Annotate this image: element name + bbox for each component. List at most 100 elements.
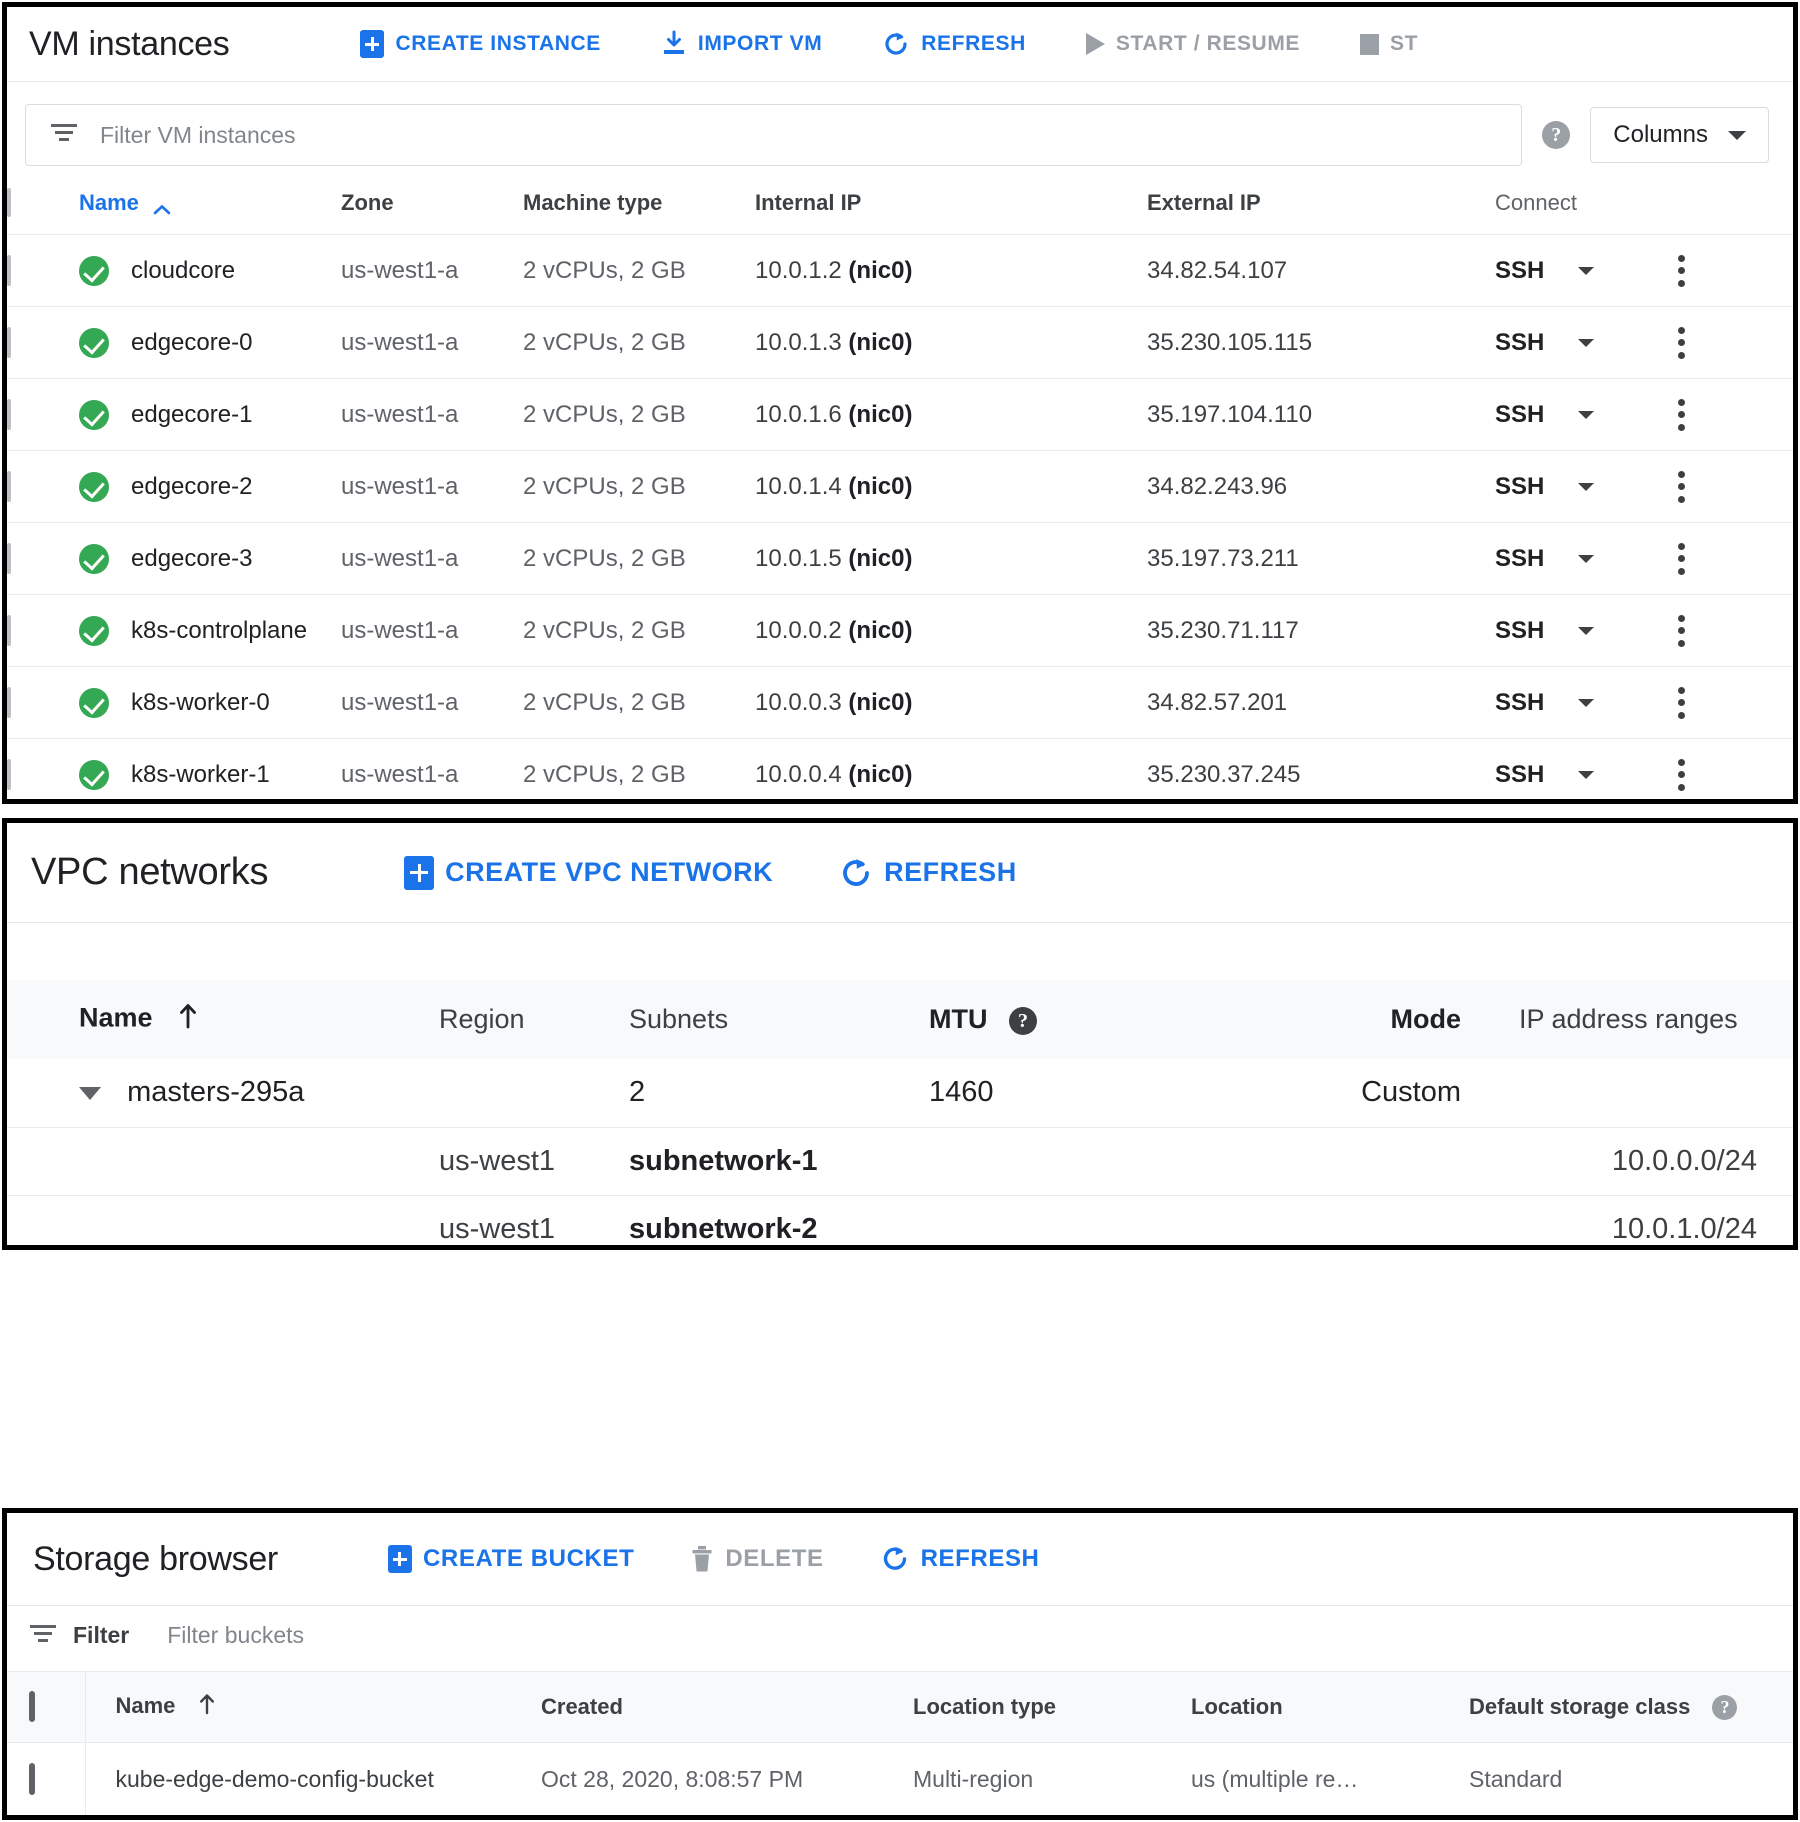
row-checkbox[interactable] — [29, 1763, 35, 1796]
refresh-button[interactable]: REFRESH — [882, 30, 1026, 58]
storage-filter-row[interactable]: Filter Filter buckets — [7, 1605, 1793, 1671]
nic-label: (nic0) — [848, 328, 913, 356]
storage-refresh-button[interactable]: REFRESH — [880, 1544, 1040, 1574]
column-header-subnets[interactable]: Subnets — [629, 980, 929, 1059]
vm-name[interactable]: k8s-worker-0 — [131, 689, 270, 717]
vpc-network-name-cell: masters-295a — [79, 1059, 439, 1127]
vpc-subnet-name-cell[interactable]: subnetwork-2 — [629, 1194, 1519, 1245]
vpc-subnet-name-cell[interactable]: subnetwork-1 — [629, 1126, 1519, 1195]
row-checkbox[interactable] — [7, 470, 11, 502]
vm-name[interactable]: edgecore-3 — [131, 545, 252, 573]
column-header-zone[interactable]: Zone — [341, 184, 523, 235]
vm-instances-panel: VM instances CREATE INSTANCE IMPORT VM R… — [2, 2, 1798, 804]
columns-button[interactable]: Columns — [1590, 107, 1769, 163]
chevron-down-icon[interactable] — [1578, 626, 1595, 635]
ssh-button[interactable]: SSH — [1495, 473, 1544, 501]
column-header-internal-ip[interactable]: Internal IP — [755, 184, 1147, 235]
more-options-icon[interactable] — [1677, 398, 1685, 431]
delete-bucket-button[interactable]: DELETE — [690, 1545, 823, 1573]
chevron-down-icon[interactable] — [1578, 698, 1595, 707]
expand-collapse-icon[interactable] — [79, 1087, 101, 1101]
table-row[interactable]: k8s-controlplane us-west1-a 2 vCPUs, 2 G… — [7, 594, 1793, 667]
help-icon[interactable]: ? — [1009, 1006, 1037, 1035]
row-checkbox[interactable] — [7, 542, 11, 574]
table-row[interactable]: cloudcore us-west1-a 2 vCPUs, 2 GB 10.0.… — [7, 234, 1793, 307]
internal-ip-value: 10.0.1.3 — [755, 328, 842, 356]
vpc-network-region-cell — [439, 1059, 629, 1127]
ssh-button[interactable]: SSH — [1495, 617, 1544, 645]
create-instance-button[interactable]: CREATE INSTANCE — [360, 30, 600, 58]
row-checkbox[interactable] — [7, 254, 11, 286]
stop-button[interactable]: ST — [1360, 32, 1418, 56]
column-header-location-type[interactable]: Location type — [913, 1671, 1191, 1743]
filter-vm-instances-input[interactable]: Filter VM instances — [25, 104, 1523, 166]
table-row[interactable]: k8s-worker-1 us-west1-a 2 vCPUs, 2 GB 10… — [7, 738, 1793, 799]
column-header-connect: Connect — [1495, 190, 1577, 215]
row-checkbox[interactable] — [7, 686, 11, 718]
column-header-machine-type[interactable]: Machine type — [523, 184, 755, 235]
help-icon[interactable]: ? — [1542, 121, 1571, 149]
chevron-down-icon[interactable] — [1578, 266, 1595, 275]
chevron-down-icon[interactable] — [1578, 554, 1595, 563]
vpc-refresh-button[interactable]: REFRESH — [839, 856, 1017, 890]
column-header-region[interactable]: Region — [439, 980, 629, 1059]
ssh-button[interactable]: SSH — [1495, 401, 1544, 429]
vm-connect-cell: SSH — [1495, 666, 1677, 739]
table-row[interactable]: edgecore-2 us-west1-a 2 vCPUs, 2 GB 10.0… — [7, 450, 1793, 523]
table-row[interactable]: edgecore-0 us-west1-a 2 vCPUs, 2 GB 10.0… — [7, 306, 1793, 379]
table-row[interactable]: edgecore-1 us-west1-a 2 vCPUs, 2 GB 10.0… — [7, 378, 1793, 451]
create-vpc-network-button[interactable]: CREATE VPC NETWORK — [404, 855, 773, 890]
column-header-name[interactable]: Name — [79, 980, 439, 1059]
row-checkbox[interactable] — [7, 398, 11, 430]
ssh-button[interactable]: SSH — [1495, 689, 1544, 717]
table-row[interactable]: kube-edge-demo-config-bucket Oct 28, 202… — [7, 1742, 1793, 1815]
column-header-name[interactable]: Name — [79, 184, 341, 235]
row-checkbox[interactable] — [7, 758, 11, 790]
column-header-default-storage-class[interactable]: Default storage class ? — [1469, 1671, 1793, 1743]
table-row[interactable]: us-west1 subnetwork-2 10.0.1.0/24 — [7, 1194, 1793, 1245]
table-row[interactable]: masters-295a 2 1460 Custom — [7, 1059, 1793, 1127]
bucket-name-cell[interactable]: kube-edge-demo-config-bucket — [84, 1742, 541, 1815]
chevron-down-icon[interactable] — [1578, 482, 1595, 491]
ssh-button[interactable]: SSH — [1495, 329, 1544, 357]
vm-name[interactable]: edgecore-1 — [131, 401, 252, 429]
more-options-icon[interactable] — [1677, 686, 1685, 719]
ssh-button[interactable]: SSH — [1495, 545, 1544, 573]
create-bucket-button[interactable]: CREATE BUCKET — [387, 1545, 634, 1573]
table-row[interactable]: k8s-worker-0 us-west1-a 2 vCPUs, 2 GB 10… — [7, 666, 1793, 739]
column-header-external-ip[interactable]: External IP — [1147, 184, 1495, 235]
column-header-mode[interactable]: Mode — [1239, 980, 1519, 1059]
column-header-created[interactable]: Created — [541, 1671, 913, 1743]
column-header-name[interactable]: Name — [84, 1671, 541, 1743]
column-header-location[interactable]: Location — [1191, 1671, 1469, 1743]
more-options-icon[interactable] — [1677, 758, 1685, 791]
vm-name[interactable]: k8s-worker-1 — [131, 761, 270, 789]
chevron-down-icon[interactable] — [1578, 410, 1595, 419]
vm-name[interactable]: edgecore-0 — [131, 329, 252, 357]
table-row[interactable]: edgecore-3 us-west1-a 2 vCPUs, 2 GB 10.0… — [7, 522, 1793, 595]
chevron-down-icon[interactable] — [1578, 338, 1595, 347]
vm-name[interactable]: k8s-controlplane — [131, 617, 307, 645]
more-options-icon[interactable] — [1677, 254, 1685, 287]
chevron-down-icon[interactable] — [1578, 770, 1595, 779]
start-resume-button[interactable]: START / RESUME — [1085, 32, 1300, 56]
row-checkbox[interactable] — [7, 326, 11, 358]
more-options-icon[interactable] — [1677, 470, 1685, 503]
vm-name[interactable]: cloudcore — [131, 257, 235, 285]
select-all-checkbox[interactable] — [7, 188, 11, 217]
table-row[interactable]: us-west1 subnetwork-1 10.0.0.0/24 — [7, 1126, 1793, 1195]
more-options-icon[interactable] — [1677, 326, 1685, 359]
column-header-ip-address-ranges[interactable]: IP address ranges — [1519, 980, 1793, 1059]
column-header-mtu[interactable]: MTU ? — [929, 980, 1239, 1059]
more-options-icon[interactable] — [1677, 542, 1685, 575]
vpc-network-name[interactable]: masters-295a — [127, 1076, 304, 1108]
import-vm-button[interactable]: IMPORT VM — [661, 30, 822, 58]
sort-ascending-icon — [153, 197, 171, 215]
ssh-button[interactable]: SSH — [1495, 257, 1544, 285]
ssh-button[interactable]: SSH — [1495, 761, 1544, 789]
select-all-checkbox[interactable] — [29, 1691, 35, 1722]
row-checkbox[interactable] — [7, 614, 11, 646]
more-options-icon[interactable] — [1677, 614, 1685, 647]
help-icon[interactable]: ? — [1712, 1695, 1738, 1721]
vm-name[interactable]: edgecore-2 — [131, 473, 252, 501]
